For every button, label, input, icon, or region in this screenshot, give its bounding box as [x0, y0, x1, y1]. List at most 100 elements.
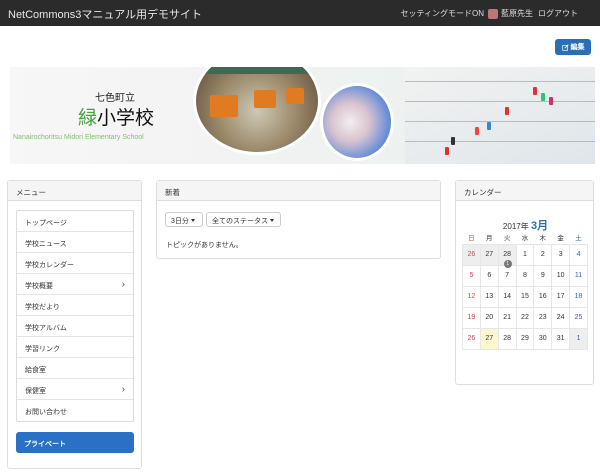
- calendar-day-cell[interactable]: 20: [479, 306, 499, 329]
- banner-school-rest: 小学校: [97, 107, 155, 129]
- calendar-body: 26 27 28 1 1 2 3 4 5 6 7 8 9 10 11 12 13 14 15 16 17 18 19 20 21…: [462, 243, 588, 350]
- logout-link[interactable]: ログアウト: [538, 8, 578, 19]
- period-dropdown[interactable]: 3日分: [165, 212, 203, 227]
- classroom-photo: [193, 67, 321, 155]
- calendar-day-number: 22: [521, 313, 529, 321]
- calendar-day-number: 14: [503, 292, 511, 300]
- calendar-week-row: 12 13 14 15 16 17 18: [462, 285, 588, 308]
- calendar-day-cell[interactable]: 1: [569, 327, 588, 350]
- menu-item-school-letter[interactable]: 学校だより: [17, 295, 133, 316]
- menu-item-label: 学習リンク: [25, 346, 60, 353]
- calendar-day-cell[interactable]: 1: [515, 243, 535, 266]
- chevron-right-icon: ›: [121, 279, 125, 290]
- calendar-day-number: 8: [523, 271, 527, 279]
- calendar-day-number: 27: [485, 334, 494, 342]
- calendar-day-cell[interactable]: 28 1: [497, 243, 517, 268]
- calendar-day-cell[interactable]: 18: [569, 285, 588, 308]
- calendar-day-cell[interactable]: 6: [479, 264, 499, 287]
- status-dropdown[interactable]: 全てのステータス: [206, 212, 281, 227]
- calendar-day-cell[interactable]: 12: [462, 285, 481, 308]
- menu-item-school-album[interactable]: 学校アルバム: [17, 316, 133, 337]
- menu-item-label: 学校概要: [25, 283, 53, 290]
- calendar-day-cell[interactable]: 10: [551, 264, 571, 287]
- calendar-day-number: 19: [467, 313, 476, 321]
- calendar-panel: カレンダー 2017年 3月 日 月 火 水 木 金 土 26 27 28 1 1 2 3 4…: [455, 180, 594, 385]
- calendar-day-cell[interactable]: 11: [569, 264, 588, 287]
- calendar-day-cell[interactable]: 27: [479, 243, 499, 266]
- caret-down-icon: [270, 219, 274, 222]
- calendar-day-cell[interactable]: 8: [515, 264, 535, 287]
- calendar-day-number: 13: [485, 292, 494, 300]
- calendar-day-cell[interactable]: 16: [533, 285, 553, 308]
- menu-item-health-room[interactable]: 保健室 ›: [17, 379, 133, 400]
- calendar-heading: カレンダー: [456, 181, 593, 201]
- banner-town: 七色町立: [95, 93, 135, 104]
- calendar-day-cell[interactable]: 3: [551, 243, 571, 266]
- calendar-week-row: 26 27 28 1 1 2 3 4: [462, 243, 588, 268]
- news-panel: 新着 3日分 全てのステータス トピックがありません。: [156, 180, 441, 259]
- menu-list: トップページ 学校ニュース 学校カレンダー 学校概要 › 学校だより 学校アルバム…: [16, 210, 134, 422]
- calendar-day-cell[interactable]: 26: [462, 243, 481, 266]
- calendar-day-cell[interactable]: 7: [497, 264, 517, 287]
- setting-mode-link[interactable]: セッティングモードON: [400, 8, 484, 19]
- user-menu[interactable]: 藍原先生: [488, 8, 533, 19]
- calendar-day-number: 15: [521, 292, 529, 300]
- weekday-header: 金: [557, 235, 564, 243]
- calendar-day-cell[interactable]: 23: [533, 306, 553, 329]
- calendar-day-cell[interactable]: 27: [479, 327, 499, 350]
- weekday-header: 水: [521, 235, 529, 243]
- calendar-day-number: 20: [485, 313, 494, 321]
- menu-heading: メニュー: [8, 181, 141, 201]
- menu-item-label: 学校だより: [25, 304, 60, 311]
- weekday-header: 日: [468, 235, 475, 243]
- calendar-day-cell[interactable]: 31: [551, 327, 571, 350]
- site-title[interactable]: NetCommons3マニュアル用デモサイト: [8, 6, 202, 22]
- calendar-day-number: 26: [467, 334, 476, 342]
- calendar-day-number: 9: [540, 271, 545, 279]
- calendar-day-cell[interactable]: 24: [551, 306, 571, 329]
- menu-item-top-page[interactable]: トップページ: [17, 211, 133, 232]
- menu-item-learning-links[interactable]: 学習リンク: [17, 337, 133, 358]
- menu-item-label: 学校カレンダー: [25, 262, 74, 269]
- calendar-day-cell[interactable]: 22: [515, 306, 535, 329]
- calendar-day-number: 7: [505, 271, 510, 279]
- calendar-day-cell[interactable]: 21: [497, 306, 517, 329]
- banner-school-green: 緑: [78, 107, 98, 129]
- menu-item-label: 保健室: [25, 388, 46, 395]
- calendar-day-cell[interactable]: 5: [462, 264, 481, 287]
- calendar-day-cell[interactable]: 28: [497, 327, 517, 350]
- menu-item-contact[interactable]: お問い合わせ: [17, 400, 133, 421]
- menu-item-school-overview[interactable]: 学校概要 ›: [17, 274, 133, 295]
- calendar-day-cell[interactable]: 29: [515, 327, 535, 350]
- calendar-day-cell[interactable]: 15: [515, 285, 535, 308]
- menu-item-school-news[interactable]: 学校ニュース: [17, 232, 133, 253]
- top-navbar: NetCommons3マニュアル用デモサイト セッティングモードON 藍原先生 …: [0, 0, 600, 26]
- calendar-day-number: 28: [503, 334, 511, 342]
- calendar-day-cell[interactable]: 13: [479, 285, 499, 308]
- calendar-day-number: 10: [556, 271, 565, 279]
- menu-item-school-calendar[interactable]: 学校カレンダー: [17, 253, 133, 274]
- calendar-day-number: 26: [467, 250, 476, 258]
- private-button[interactable]: プライベート: [16, 432, 134, 453]
- calendar-day-cell[interactable]: 30: [533, 327, 553, 350]
- calendar-day-cell[interactable]: 25: [569, 306, 588, 329]
- calendar-week-row: 26 27 28 29 30 31 1: [462, 327, 588, 350]
- calendar-day-cell[interactable]: 4: [569, 243, 588, 266]
- no-topic-message: トピックがありません。: [166, 242, 243, 249]
- menu-item-label: 給食室: [25, 367, 46, 374]
- calendar-day-number: 31: [556, 334, 565, 342]
- header-banner: 七色町立 緑小学校 Nanairochoritsu Midori Element…: [10, 67, 595, 164]
- calendar-day-cell[interactable]: 14: [497, 285, 517, 308]
- calendar-day-number: 1: [523, 250, 527, 258]
- calendar-day-cell[interactable]: 2: [533, 243, 553, 266]
- calendar-day-cell[interactable]: 19: [462, 306, 481, 329]
- calendar-day-cell[interactable]: 17: [551, 285, 571, 308]
- menu-item-lunch-room[interactable]: 給食室: [17, 358, 133, 379]
- calendar-day-number: 30: [538, 334, 547, 342]
- news-heading: 新着: [157, 181, 440, 201]
- calendar-day-cell[interactable]: 26: [462, 327, 481, 350]
- calendar-week-row: 19 20 21 22 23 24 25: [462, 306, 588, 329]
- edit-button[interactable]: 編集: [555, 39, 591, 55]
- calendar-day-cell[interactable]: 9: [533, 264, 553, 287]
- edit-icon: [561, 43, 569, 51]
